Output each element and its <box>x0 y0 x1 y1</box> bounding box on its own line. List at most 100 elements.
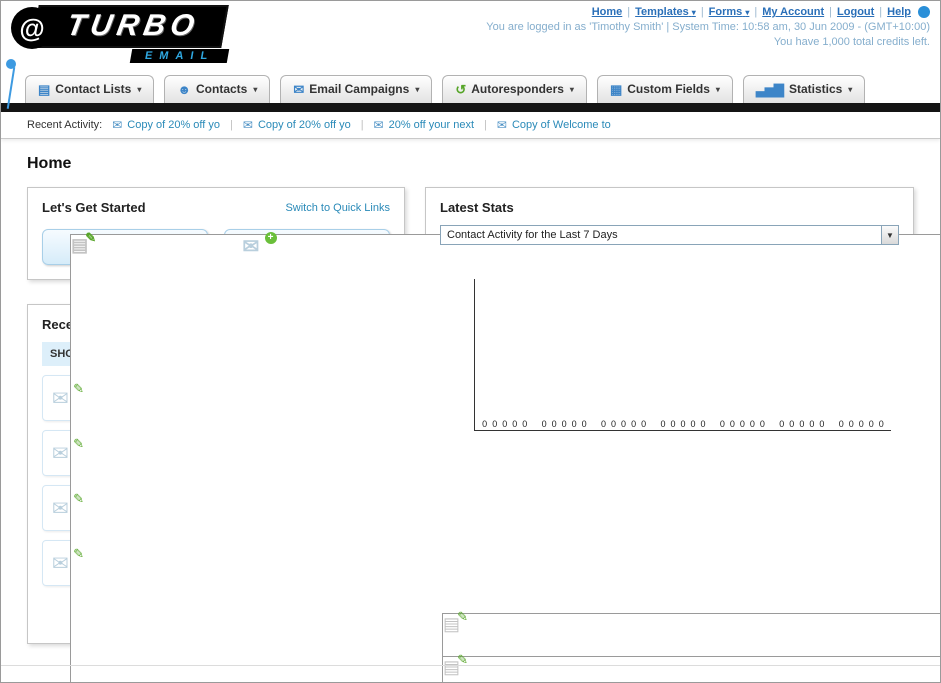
tab-contacts[interactable]: ☻ Contacts ▾ <box>164 75 271 103</box>
bar-value-label: 0 <box>779 419 785 429</box>
envelope-icon: ✉ <box>496 118 507 132</box>
chevron-down-icon: ▾ <box>253 84 258 94</box>
bar-group-sat: 00000 <box>653 419 712 429</box>
envelope-icon: ✉ <box>242 118 253 132</box>
bar-value-label: 0 <box>799 419 805 429</box>
activity-item-label: Copy of Welcome to <box>511 119 611 131</box>
activity-item-label: 20% off your next <box>388 119 475 131</box>
manage-lists-button[interactable]: ▤✎ manage lists <box>42 229 940 682</box>
link-separator: | <box>879 6 883 18</box>
bar-value-label: 0 <box>522 419 528 429</box>
header-link-help[interactable]: Help <box>887 6 911 18</box>
bar-group-mon: 00000 <box>534 419 593 429</box>
envelope-pencil-icon: ✉ ✎ <box>52 546 84 575</box>
get-started-title: Let's Get Started <box>42 200 146 215</box>
statistics-icon: ▃▅▇ <box>755 81 784 97</box>
bar-value-label: 0 <box>541 419 547 429</box>
footer-divider <box>1 665 940 666</box>
activity-item-label: Copy of 20% off yo <box>257 119 351 131</box>
activity-separator: | <box>484 119 487 131</box>
header-link-my-account[interactable]: My Account <box>762 6 824 18</box>
link-separator: | <box>627 6 631 18</box>
login-status-text: You are logged in as 'Timothy Smith' | S… <box>486 21 930 34</box>
envelope-plus-icon: ✉ + <box>243 232 277 258</box>
bar-value-label: 0 <box>878 419 884 429</box>
bar-value-label: 0 <box>759 419 765 429</box>
envelope-icon: ✉ <box>112 118 123 132</box>
tab-contact-lists[interactable]: ▤ Contact Lists ▾ <box>25 75 155 103</box>
activity-item-label: Copy of 20% off yo <box>127 119 221 131</box>
bar-value-label: 0 <box>690 419 696 429</box>
tab-label: Contacts <box>196 82 248 96</box>
tab-label: Custom Fields <box>627 82 710 96</box>
bar-value-label: 0 <box>858 419 864 429</box>
envelope-icon: ✉ <box>373 118 384 132</box>
bar-value-label: 0 <box>700 419 706 429</box>
chevron-down-icon: ▾ <box>691 8 696 17</box>
credits-text: You have 1,000 total credits left. <box>773 36 930 49</box>
bar-group-thu: 00000 <box>772 419 831 429</box>
bar-value-label: 0 <box>739 419 745 429</box>
main-content: Home Let's Get Started Switch to Quick L… <box>1 139 940 682</box>
pencil-page-icon: ▤ ✎ <box>442 652 940 682</box>
bar-value-label: 0 <box>512 419 518 429</box>
header-link-home[interactable]: Home <box>592 6 623 18</box>
autoresponders-icon: ↺ <box>455 81 466 97</box>
chevron-down-icon: ▾ <box>715 84 720 94</box>
latest-stats-title: Latest Stats <box>440 200 514 215</box>
recent-activity-item[interactable]: ✉ 20% off your next <box>374 118 474 132</box>
bar-value-label: 0 <box>848 419 854 429</box>
bar-value-label: 0 <box>601 419 607 429</box>
header-links: Home | Templates ▾ | Forms ▾ | My Account | Logo… <box>486 6 930 19</box>
recent-activity-items: ✉ Copy of 20% off yo | ✉ Copy of 20% off yo |… <box>112 118 611 132</box>
recent-activity-item[interactable]: ✉ Copy of 20% off yo <box>243 118 351 132</box>
bar-group-fri: 00000 <box>713 419 772 429</box>
header-link-forms[interactable]: Forms ▾ <box>709 6 750 18</box>
activity-separator: | <box>360 119 364 131</box>
header-link-logout[interactable]: Logout <box>837 6 874 18</box>
bar-value-label: 0 <box>729 419 735 429</box>
app-logo[interactable]: @ TURBO EMAIL <box>11 5 271 63</box>
bar-value-label: 0 <box>868 419 874 429</box>
bar-value-label: 0 <box>561 419 567 429</box>
email-campaigns-icon: ✉ <box>293 81 304 97</box>
link-separator: | <box>700 6 704 18</box>
tab-statistics[interactable]: ▃▅▇ Statistics ▾ <box>742 75 866 103</box>
contact-list-items: ▤✎Exhibition List- (0 Contacts)▤✎Newslet… <box>440 604 940 682</box>
bar-value-label: 0 <box>809 419 815 429</box>
tab-custom-fields[interactable]: ▦ Custom Fields ▾ <box>596 75 733 103</box>
bar-group-tue: 00000 <box>475 419 534 429</box>
switch-to-quick-links-link[interactable]: Switch to Quick Links <box>285 202 390 214</box>
recent-activity-item[interactable]: ✉ Copy of Welcome to <box>497 118 611 132</box>
bar-value-label: 0 <box>581 419 587 429</box>
bar-value-label: 0 <box>551 419 557 429</box>
activity-separator: | <box>230 119 233 131</box>
bar-value-label: 0 <box>502 419 508 429</box>
bar-value-label: 0 <box>819 419 825 429</box>
chevron-down-icon: ▾ <box>569 84 574 94</box>
envelope-pencil-icon: ✉ ✎ <box>52 436 84 465</box>
chart-plot-area: 00000000000000000000000000000000000 <box>474 279 891 431</box>
header-right: Home | Templates ▾ | Forms ▾ | My Account | Logo… <box>486 6 930 48</box>
header-link-templates[interactable]: Templates ▾ <box>635 6 696 18</box>
bar-value-label: 0 <box>680 419 686 429</box>
bar-value-label: 0 <box>611 419 617 429</box>
recent-activity-bar: Recent Activity: ✉ Copy of 20% off yo | ✉ Co… <box>1 112 940 139</box>
recent-activity-label: Recent Activity: <box>27 119 103 131</box>
bar-group-sun: 00000 <box>594 419 653 429</box>
live-help-icon[interactable] <box>918 6 930 19</box>
bar-value-label: 0 <box>719 419 725 429</box>
tab-autoresponders[interactable]: ↺ Autoresponders ▾ <box>442 75 587 103</box>
tab-email-campaigns[interactable]: ✉ Email Campaigns ▾ <box>280 75 433 103</box>
envelope-pencil-icon: ✉ ✎ <box>52 491 84 520</box>
pencil-page-icon: ▤ ✎ <box>70 230 940 682</box>
contact-activity-chart: 109876543210 000000000000000000000000000… <box>450 273 891 448</box>
stats-period-value: Contact Activity for the Last 7 Days <box>447 229 618 241</box>
stats-period-select[interactable]: Contact Activity for the Last 7 Days ▼ <box>440 225 899 245</box>
bar-value-label: 0 <box>660 419 666 429</box>
chart-zero-labels: 00000000000000000000000000000000000 <box>475 419 891 429</box>
bar-value-label: 0 <box>670 419 676 429</box>
bar-value-label: 0 <box>749 419 755 429</box>
pencil-page-icon: ▤ ✎ <box>442 609 940 682</box>
recent-activity-item[interactable]: ✉ Copy of 20% off yo <box>112 118 220 132</box>
